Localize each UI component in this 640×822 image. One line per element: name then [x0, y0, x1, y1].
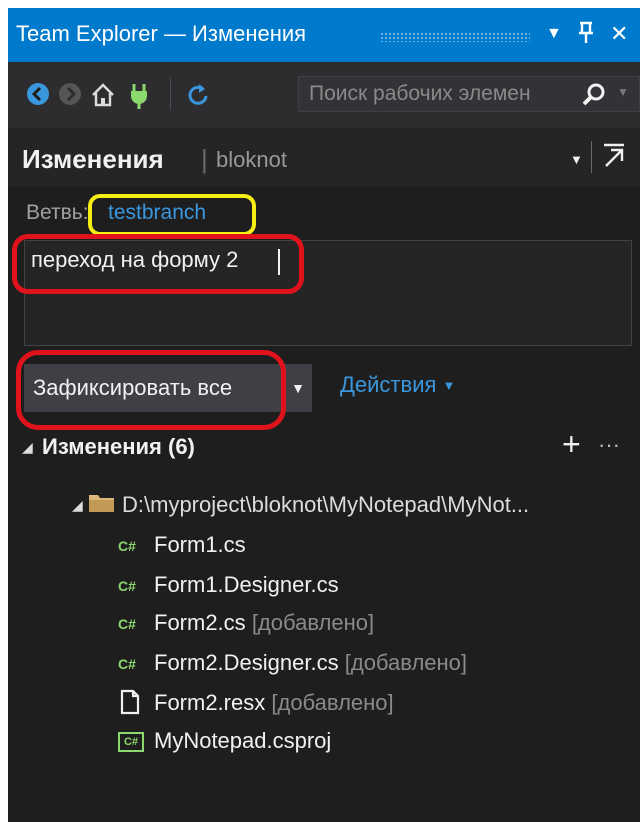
commit-dropdown-icon[interactable]: ▼	[284, 364, 312, 412]
csharp-file-icon: C#	[118, 656, 136, 672]
folder-path[interactable]: D:\myproject\bloknot\MyNotepad\MyNot...	[122, 492, 529, 518]
changes-header[interactable]: Изменения (6)	[42, 434, 195, 460]
red-highlight-annotation	[16, 350, 286, 430]
yellow-highlight-annotation	[88, 194, 256, 236]
more-options-icon[interactable]: ···	[598, 432, 620, 458]
search-dropdown-icon[interactable]: ▼	[617, 85, 629, 99]
caret-down-icon[interactable]: ▼	[546, 25, 562, 43]
file-item[interactable]: Form2.cs [добавлено]	[154, 610, 374, 636]
search-box[interactable]: ▼	[298, 76, 640, 112]
header-divider	[591, 141, 592, 173]
expand-changes-icon[interactable]: ◢	[22, 439, 33, 456]
file-item[interactable]: Form2.resx [добавлено]	[154, 690, 394, 716]
page-header: Изменения | bloknot ▼	[8, 128, 640, 186]
file-item[interactable]: MyNotepad.csproj	[154, 728, 331, 754]
page-title[interactable]: Изменения	[22, 144, 164, 175]
title-bar: Team Explorer — Изменения ▼ ✕	[8, 8, 640, 62]
pin-icon[interactable]	[576, 21, 596, 51]
header-separator: |	[201, 144, 208, 174]
back-icon[interactable]	[26, 82, 50, 112]
expand-folder-icon[interactable]: ◢	[72, 497, 83, 514]
undock-icon[interactable]	[601, 142, 627, 175]
csharp-file-icon: C#	[118, 538, 136, 554]
stage-all-plus-icon[interactable]: +	[562, 426, 581, 463]
connect-icon[interactable]	[128, 82, 150, 116]
actions-label: Действия	[340, 372, 437, 397]
toolbar: ▼	[8, 62, 640, 128]
forward-icon[interactable]	[58, 82, 82, 112]
actions-link[interactable]: Действия ▼	[340, 372, 455, 398]
toolbar-separator	[170, 78, 171, 110]
navigate-dropdown-icon[interactable]: ▼	[570, 152, 583, 167]
red-highlight-annotation	[12, 234, 304, 294]
drag-grip[interactable]	[380, 32, 530, 42]
repository-name: bloknot	[216, 147, 287, 172]
refresh-icon[interactable]	[186, 82, 210, 114]
file-item[interactable]: Form2.Designer.cs [добавлено]	[154, 650, 467, 676]
file-item[interactable]: Form1.cs	[154, 532, 246, 558]
search-input[interactable]	[309, 80, 567, 108]
team-explorer-window: Team Explorer — Изменения ▼ ✕ Поиск рабо…	[8, 8, 640, 822]
actions-caret-icon: ▼	[442, 378, 456, 393]
home-icon[interactable]	[90, 82, 116, 114]
folder-icon	[88, 491, 116, 518]
file-item[interactable]: Form1.Designer.cs	[154, 572, 339, 598]
search-icon[interactable]	[581, 82, 607, 113]
csharp-project-icon: C#	[118, 732, 144, 752]
resource-file-icon	[120, 689, 140, 720]
window-title: Team Explorer — Изменения	[16, 21, 307, 46]
csharp-file-icon: C#	[118, 616, 136, 632]
csharp-file-icon: C#	[118, 578, 136, 594]
close-icon[interactable]: ✕	[610, 21, 628, 47]
branch-label: Ветвь:	[26, 201, 89, 224]
